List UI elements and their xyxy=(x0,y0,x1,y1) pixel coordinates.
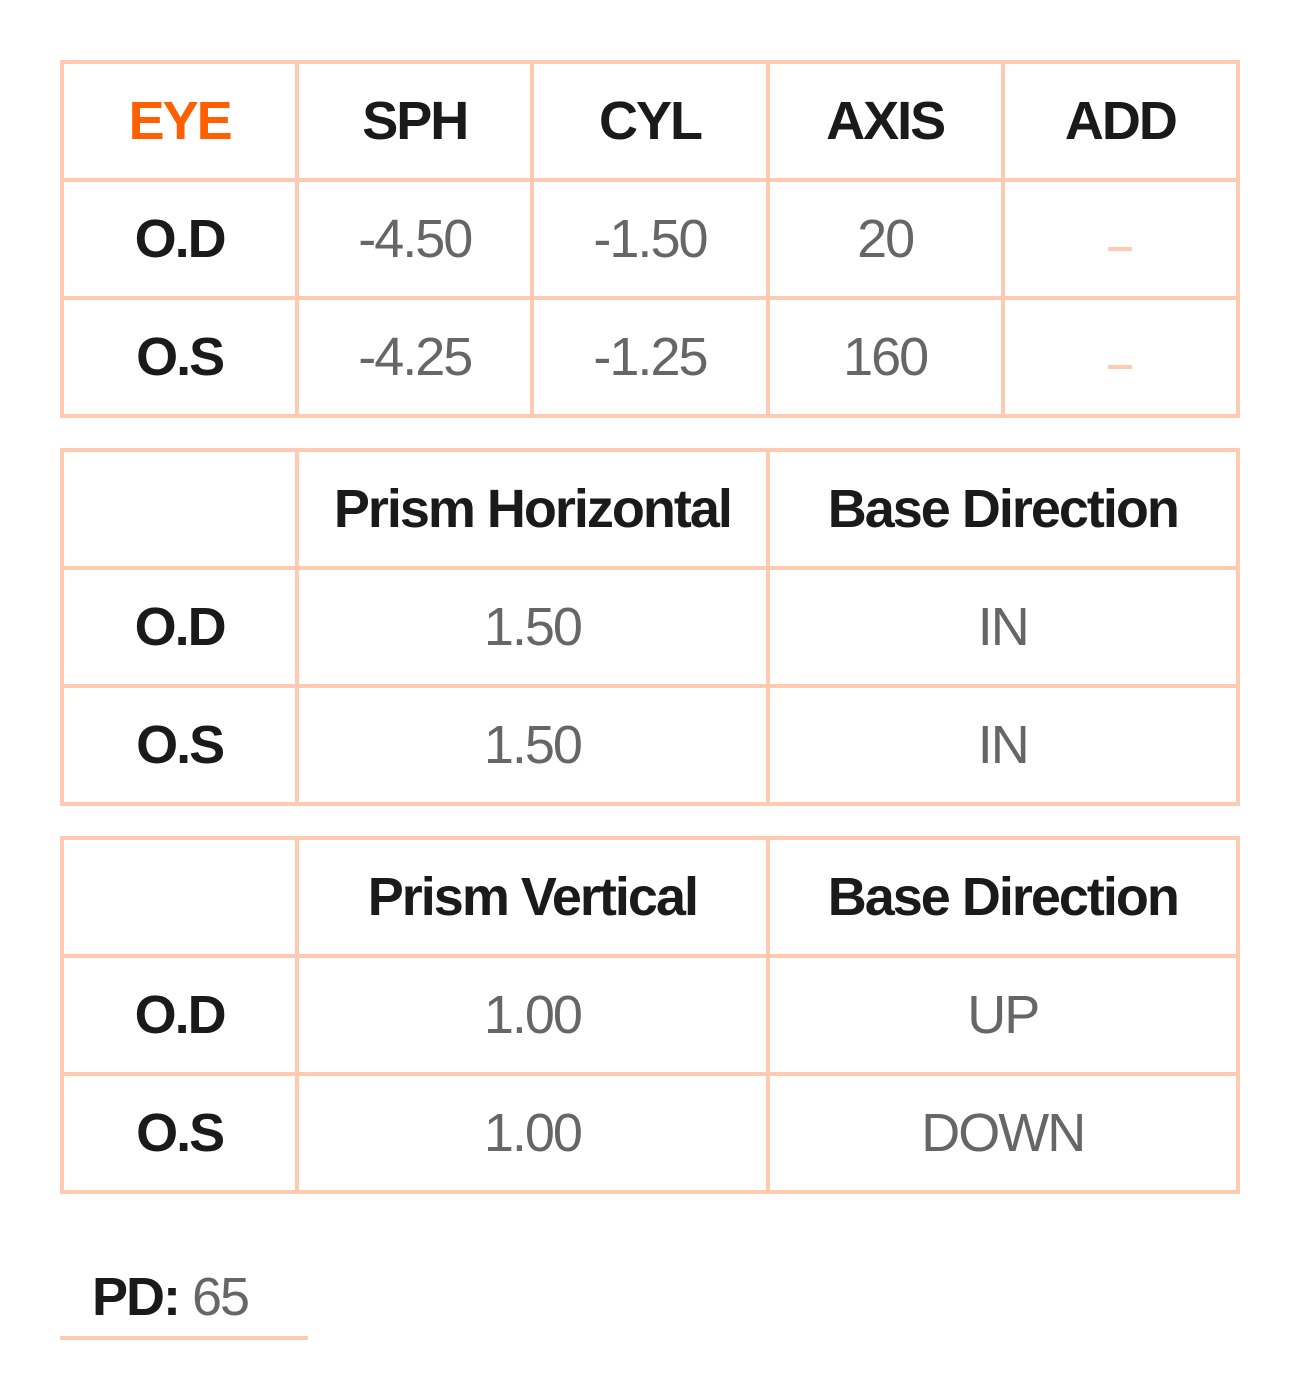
axis-value: 20 xyxy=(765,178,1005,300)
table-row: O.S 1.50 IN xyxy=(59,684,1241,806)
table-header-row: EYE SPH CYL AXIS ADD xyxy=(59,60,1241,182)
table-row: O.D 1.50 IN xyxy=(59,566,1241,688)
header-axis: AXIS xyxy=(765,60,1005,182)
eye-label: O.D xyxy=(59,954,300,1076)
eye-label: O.S xyxy=(59,1072,300,1194)
table-row: O.D -4.50 -1.50 20 xyxy=(59,178,1241,300)
prism-value: 1.50 xyxy=(295,566,770,688)
sph-value: -4.50 xyxy=(295,178,535,300)
prism-value: 1.50 xyxy=(295,684,770,806)
base-value: IN xyxy=(765,684,1241,806)
eye-label: O.D xyxy=(59,566,300,688)
pd-label: PD: xyxy=(92,1267,181,1327)
add-value xyxy=(1000,296,1241,418)
base-value: DOWN xyxy=(765,1072,1241,1194)
header-prism-vertical: Prism Vertical xyxy=(295,836,770,958)
pd-field: PD: 65 xyxy=(60,1262,308,1340)
prism-vertical-table: Prism Vertical Base Direction O.D 1.00 U… xyxy=(59,836,1241,1194)
cyl-value: -1.25 xyxy=(530,296,770,418)
header-add: ADD xyxy=(1000,60,1241,182)
table-row: O.D 1.00 UP xyxy=(59,954,1241,1076)
eye-label: O.S xyxy=(59,684,300,806)
header-cyl: CYL xyxy=(530,60,770,182)
prism-horizontal-table: Prism Horizontal Base Direction O.D 1.50… xyxy=(59,448,1241,806)
table-row: O.S -4.25 -1.25 160 xyxy=(59,296,1241,418)
sph-cyl-table: EYE SPH CYL AXIS ADD O.D -4.50 -1.50 20 … xyxy=(59,60,1241,418)
header-eye: EYE xyxy=(59,60,300,182)
header-prism-horizontal: Prism Horizontal xyxy=(295,448,770,570)
base-value: IN xyxy=(765,566,1241,688)
empty-dash-icon xyxy=(1108,364,1133,369)
header-base-direction: Base Direction xyxy=(765,448,1241,570)
table-row: O.S 1.00 DOWN xyxy=(59,1072,1241,1194)
prism-value: 1.00 xyxy=(295,1072,770,1194)
sph-value: -4.25 xyxy=(295,296,535,418)
eye-label: O.D xyxy=(59,178,300,300)
axis-value: 160 xyxy=(765,296,1005,418)
base-value: UP xyxy=(765,954,1241,1076)
table-header-row: Prism Vertical Base Direction xyxy=(59,836,1241,958)
header-blank xyxy=(59,836,300,958)
header-base-direction: Base Direction xyxy=(765,836,1241,958)
add-value xyxy=(1000,178,1241,300)
prism-value: 1.00 xyxy=(295,954,770,1076)
pd-value: 65 xyxy=(192,1267,250,1327)
header-sph: SPH xyxy=(295,60,535,182)
empty-dash-icon xyxy=(1108,246,1133,251)
cyl-value: -1.50 xyxy=(530,178,770,300)
eye-label: O.S xyxy=(59,296,300,418)
header-blank xyxy=(59,448,300,570)
table-header-row: Prism Horizontal Base Direction xyxy=(59,448,1241,570)
